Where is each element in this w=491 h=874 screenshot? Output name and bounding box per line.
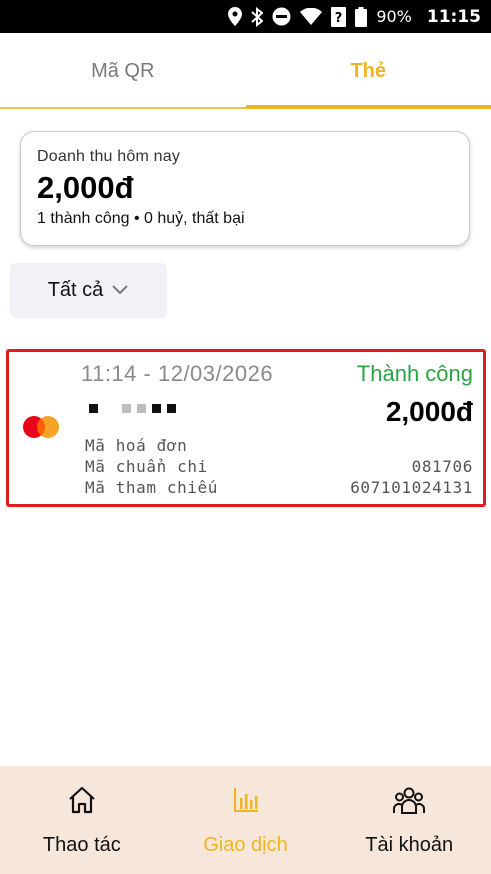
approval-code-value: 081706 — [411, 457, 473, 476]
reference-code-value: 607101024131 — [350, 478, 473, 497]
reference-code-label: Mã tham chiếu — [85, 478, 219, 497]
clock: 11:15 — [426, 6, 481, 27]
invoice-code-label: Mã hoá đơn — [85, 436, 188, 455]
tab-qr[interactable]: Mã QR — [0, 33, 246, 109]
revenue-label: Doanh thu hôm nay — [37, 148, 181, 165]
transaction-item[interactable]: 11:14 - 12/03/2026 Thành công 2,000đ Mã … — [6, 349, 486, 507]
reference-code-row: Mã tham chiếu 607101024131 — [85, 478, 473, 497]
masked-card-number — [89, 404, 176, 413]
do-not-disturb-icon — [272, 7, 291, 27]
transaction-datetime: 11:14 - 12/03/2026 — [81, 361, 274, 386]
revenue-amount: 2,000đ — [37, 170, 134, 205]
chevron-down-icon — [111, 279, 129, 302]
wifi-icon — [300, 7, 323, 27]
users-icon — [393, 784, 426, 816]
filter-dropdown[interactable]: Tất cả — [10, 263, 167, 318]
battery-icon — [355, 6, 368, 27]
home-icon — [66, 784, 98, 816]
bottom-navigation: Thao tác Giao dịch Tài khoản — [0, 766, 491, 874]
invoice-code-row: Mã hoá đơn — [85, 436, 473, 455]
mastercard-icon — [21, 410, 61, 444]
nav-operations-label: Thao tác — [42, 833, 121, 856]
tab-card[interactable]: Thẻ — [245, 33, 491, 109]
nav-operations[interactable]: Thao tác — [0, 766, 164, 874]
battery-level: 90% — [376, 7, 412, 26]
svg-text:?: ? — [335, 11, 343, 26]
nav-transactions-label: Giao dịch — [203, 833, 288, 856]
approval-code-row: Mã chuẩn chi 081706 — [85, 457, 473, 476]
transaction-amount: 2,000đ — [385, 396, 473, 427]
nav-account-label: Tài khoản — [365, 833, 454, 856]
location-icon — [228, 7, 243, 27]
nav-transactions[interactable]: Giao dịch — [164, 766, 328, 874]
revenue-summary-card: Doanh thu hôm nay 2,000đ 1 thành công • … — [20, 131, 470, 246]
approval-code-label: Mã chuẩn chi — [85, 457, 208, 476]
nav-account[interactable]: Tài khoản — [327, 766, 491, 874]
signal-unknown-icon: ? — [331, 6, 347, 27]
bar-chart-icon — [230, 784, 262, 816]
status-bar: ? 90% 11:15 — [0, 0, 491, 33]
bluetooth-icon — [251, 6, 264, 27]
tab-bar: Mã QR Thẻ — [0, 33, 491, 109]
transaction-status: Thành công — [356, 361, 473, 386]
revenue-summary: 1 thành công • 0 huỷ, thất bại — [37, 210, 245, 227]
filter-label: Tất cả — [47, 279, 104, 301]
